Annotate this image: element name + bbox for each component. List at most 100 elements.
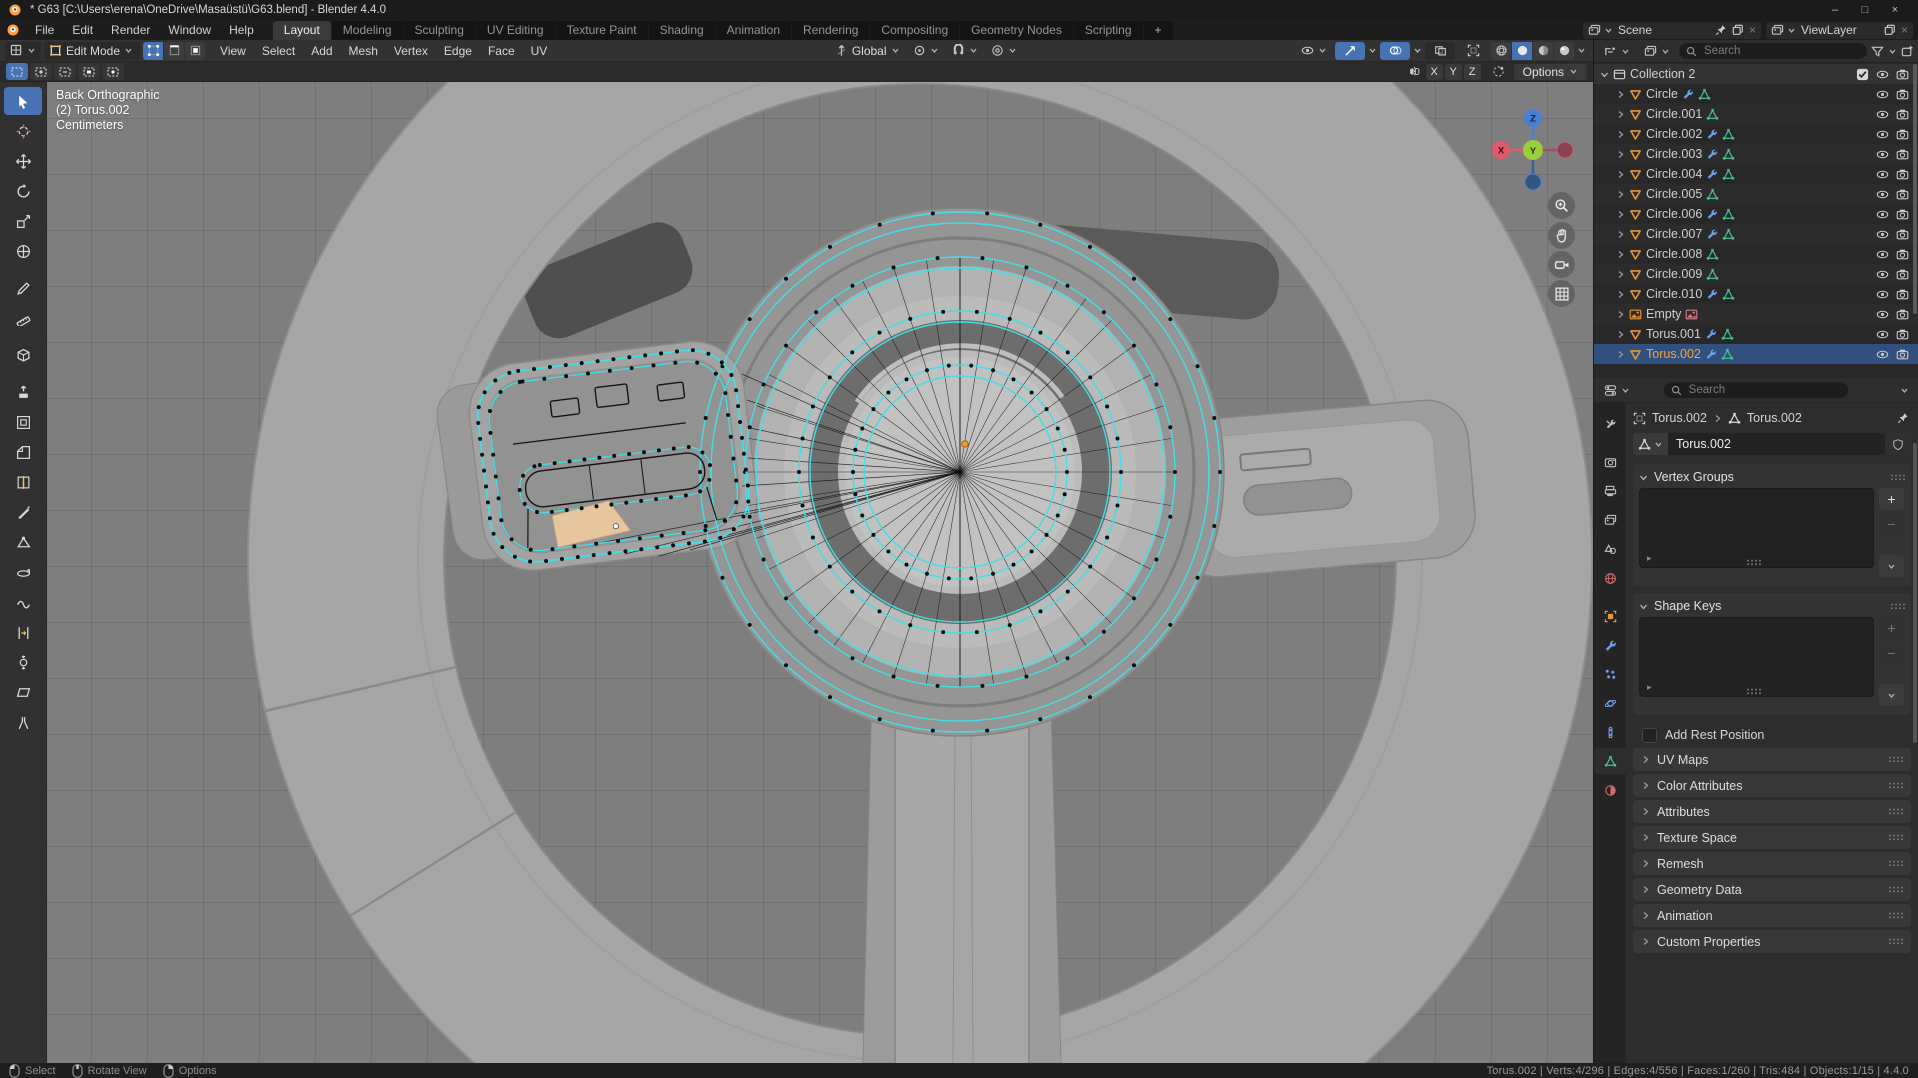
breadcrumb-object[interactable]: Torus.002 [1652,411,1707,425]
select-invert-icon[interactable] [78,63,100,80]
expand-icon[interactable] [1616,210,1625,219]
vertex-select-mode-button[interactable] [143,42,163,60]
tool-tweak-select[interactable] [4,87,42,115]
select-subtract-icon[interactable] [54,63,76,80]
outliner-row-circle-010[interactable]: Circle.010 [1594,284,1918,304]
add-vertex-group-button[interactable]: + [1879,488,1904,510]
disable-render-icon[interactable] [1896,108,1909,121]
add-shape-key-button[interactable]: + [1879,617,1904,639]
xray-toggle[interactable] [1425,42,1455,60]
mesh-name-field[interactable]: Torus.002 [1668,433,1885,455]
gizmo-x-neg-axis[interactable] [1557,142,1573,158]
mesh-datablock-dropdown[interactable] [1633,433,1668,455]
shading-dropdown[interactable] [1577,46,1588,55]
object-name[interactable]: Circle.005 [1646,187,1702,201]
gizmos-toggle[interactable] [1335,42,1365,60]
hide-eye-icon[interactable] [1876,328,1889,341]
tab-geometry-nodes[interactable]: Geometry Nodes [960,21,1074,40]
properties-tab-world[interactable] [1594,565,1626,591]
tool-knife[interactable] [4,498,42,526]
panel-remesh[interactable]: Remesh [1633,852,1911,875]
outliner-row-circle-005[interactable]: Circle.005 [1594,184,1918,204]
properties-tab-material[interactable] [1594,777,1626,803]
object-name[interactable]: Torus.001 [1646,327,1701,341]
properties-search[interactable] [1664,382,1848,398]
pan-button[interactable] [1548,222,1575,249]
remove-shape-key-button[interactable]: − [1879,642,1904,664]
perspective-toggle-button[interactable] [1548,280,1575,307]
properties-editor-type-dropdown[interactable] [1599,381,1635,399]
scene-selector[interactable]: Scene × [1583,22,1761,39]
viewport-menu-uv[interactable]: UV [523,40,556,62]
tab-shading[interactable]: Shading [649,21,716,40]
remove-vertex-group-button[interactable]: − [1879,513,1904,535]
object-name[interactable]: Circle.009 [1646,267,1702,281]
hide-eye-icon[interactable] [1876,88,1889,101]
disable-render-icon[interactable] [1896,308,1909,321]
viewport-menu-select[interactable]: Select [254,40,303,62]
tool-rip-region[interactable] [4,708,42,736]
blender-menu-icon[interactable] [0,20,26,40]
menu-file[interactable]: File [26,20,63,40]
expand-icon[interactable] [1616,330,1625,339]
object-name[interactable]: Circle [1646,87,1678,101]
properties-tab-modifiers[interactable] [1594,632,1626,658]
snap-toggle[interactable] [947,42,983,60]
tab-uv-editing[interactable]: UV Editing [476,21,556,40]
remove-icon[interactable]: × [1901,23,1908,37]
outliner-display-mode-dropdown[interactable] [1599,42,1635,60]
shading-rendered-button[interactable] [1554,42,1574,60]
render-preview-region[interactable] [1458,42,1488,60]
tool-poly-build[interactable] [4,528,42,556]
disable-render-icon[interactable] [1896,328,1909,341]
menu-render[interactable]: Render [102,20,159,40]
disable-render-icon[interactable] [1896,188,1909,201]
expand-icon[interactable] [1616,190,1625,199]
pivot-point-dropdown[interactable] [908,42,944,60]
options-dropdown[interactable]: Options [1514,64,1587,80]
properties-tab-view-layer[interactable] [1594,507,1626,533]
panel-grip-icon[interactable] [1889,938,1903,945]
outliner-row-torus-001[interactable]: Torus.001 [1594,324,1918,344]
disable-render-icon[interactable] [1896,168,1909,181]
hide-eye-icon[interactable] [1876,348,1889,361]
disable-render-icon[interactable] [1896,88,1909,101]
panel-geometry-data[interactable]: Geometry Data [1633,878,1911,901]
viewport-menu-add[interactable]: Add [303,40,340,62]
panel-color-attributes[interactable]: Color Attributes [1633,774,1911,797]
expand-icon[interactable] [1616,110,1625,119]
mirror-y-button[interactable]: Y [1445,64,1462,80]
shape-keys-list[interactable]: ▸ [1639,617,1874,697]
shading-material-button[interactable] [1533,42,1553,60]
copy-icon[interactable] [1732,24,1744,36]
tab-modeling[interactable]: Modeling [332,21,404,40]
outliner-row-circle-004[interactable]: Circle.004 [1594,164,1918,184]
hide-eye-icon[interactable] [1876,268,1889,281]
disable-render-icon[interactable] [1896,208,1909,221]
object-name[interactable]: Circle.002 [1646,127,1702,141]
viewport-3d[interactable]: Back Orthographic (2) Torus.002 Centimet… [47,82,1593,1063]
tool-shear[interactable] [4,678,42,706]
proportional-edit-toggle[interactable] [986,42,1022,60]
object-name[interactable]: Torus.002 [1646,347,1701,361]
disable-render-icon[interactable] [1896,268,1909,281]
panel-grip-icon[interactable] [1891,474,1905,481]
hide-eye-icon[interactable] [1876,148,1889,161]
tab-compositing[interactable]: Compositing [870,21,960,40]
tool-shrink-fatten[interactable] [4,648,42,676]
properties-tab-scene[interactable] [1594,536,1626,562]
outliner-row-circle-007[interactable]: Circle.007 [1594,224,1918,244]
outliner-row-circle-002[interactable]: Circle.002 [1594,124,1918,144]
maximize-button[interactable]: □ [1850,0,1880,20]
add-rest-position-checkbox[interactable] [1642,728,1657,743]
panel-texture-space[interactable]: Texture Space [1633,826,1911,849]
tool-transform[interactable] [4,237,42,265]
expand-icon[interactable] [1600,70,1609,79]
panel-grip-icon[interactable] [1889,886,1903,893]
expand-icon[interactable] [1616,250,1625,259]
proportional-falloff-icon[interactable] [1492,65,1505,78]
tool-edge-slide[interactable] [4,618,42,646]
outliner-search[interactable] [1679,43,1867,59]
viewport-menu-view[interactable]: View [212,40,254,62]
vertex-groups-panel-header[interactable]: Vertex Groups [1639,467,1905,487]
